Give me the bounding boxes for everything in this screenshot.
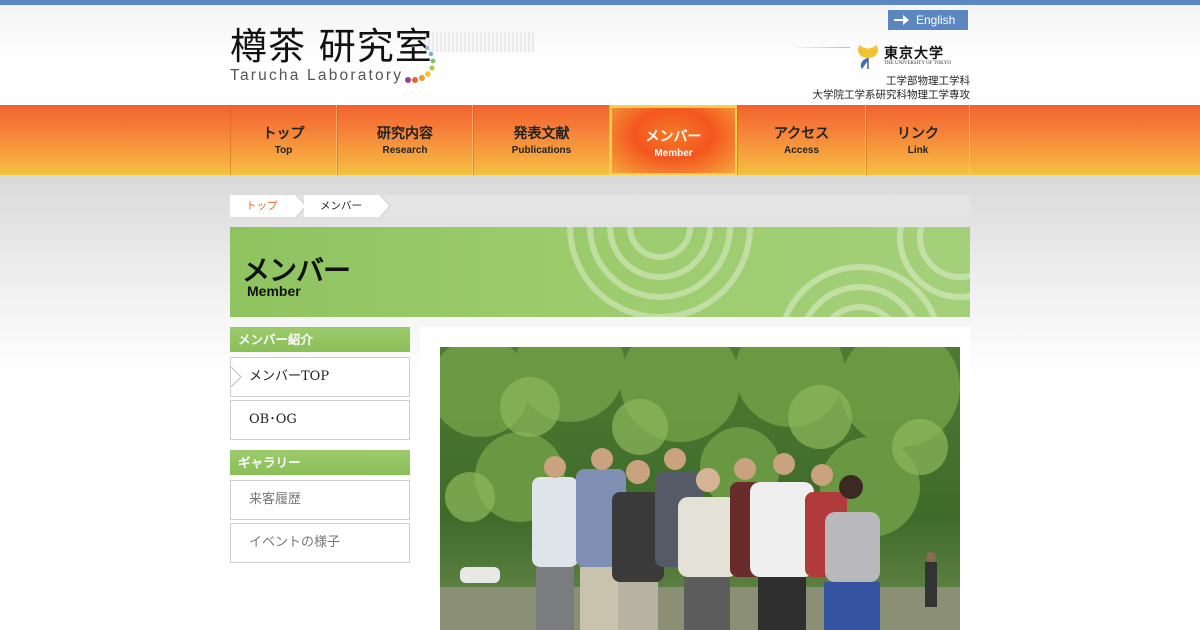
sidebar-item-member-top[interactable]: メンバーTOP (230, 357, 410, 397)
logo-title-en: Tarucha Laboratory (230, 67, 404, 84)
ripple-decoration (567, 227, 970, 317)
nav-item-top[interactable]: トップ Top (230, 105, 337, 175)
logo-dots-icon (405, 46, 436, 83)
sidebar-item-label: イベントの様子 (249, 535, 341, 550)
chevron-right-icon (231, 367, 242, 387)
sidebar-item-visitors[interactable]: 来客履歴 (230, 480, 410, 520)
nav-item-member[interactable]: メンバー Member (610, 105, 737, 175)
sidebar-item-ob-og[interactable]: OB･OG (230, 400, 410, 440)
divider-line (790, 47, 850, 48)
nav-label-en: Link (907, 145, 929, 156)
nav-item-access[interactable]: アクセス Access (737, 105, 866, 175)
breadcrumb-top-link[interactable]: トップ (230, 195, 296, 217)
sidebar-item-label: 来客履歴 (249, 492, 302, 507)
page-subtitle: Member (247, 283, 301, 299)
nav-label-jp: リンク (897, 126, 939, 142)
main-nav: トップ Top 研究内容 Research 発表文献 Publications … (0, 105, 1200, 175)
english-button[interactable]: English (888, 10, 968, 30)
group-photo (440, 347, 960, 630)
department-line-2: 大学院工学系研究科物理工学専攻 (812, 89, 971, 101)
nav-label-jp: 研究内容 (377, 126, 433, 142)
sidebar-heading-members: メンバー紹介 (230, 327, 410, 352)
sidebar-item-label: メンバーTOP (249, 369, 330, 384)
lab-logo[interactable]: 樽茶 研究室 Tarucha Laboratory (230, 27, 540, 97)
ginkgo-icon (858, 45, 878, 69)
university-name: 東京大学 (884, 46, 944, 62)
nav-item-publications[interactable]: 発表文献 Publications (473, 105, 610, 175)
nav-label-jp: トップ (262, 126, 305, 142)
nav-label-jp: アクセス (773, 126, 830, 142)
arrow-right-icon (894, 15, 909, 25)
breadcrumb-current: メンバー (304, 195, 380, 217)
nav-label-en: Research (382, 145, 428, 156)
site-header: 樽茶 研究室 Tarucha Laboratory English 東京大学 T… (0, 5, 1200, 105)
group-photo-image (440, 347, 960, 630)
nav-label-en: Publications (511, 145, 572, 156)
nav-label-en: Member (654, 148, 693, 159)
university-logo[interactable]: 東京大学 THE UNIVERSITY OF TOKYO 工学部物理工学科 大学… (790, 43, 970, 103)
university-sub: THE UNIVERSITY OF TOKYO (884, 61, 951, 66)
page-title-banner: メンバー Member (230, 227, 970, 317)
sidebar-item-label: OB･OG (249, 412, 297, 427)
department-line-1: 工学部物理工学科 (886, 75, 970, 87)
nav-label-en: Access (783, 145, 820, 156)
sidebar-item-events[interactable]: イベントの様子 (230, 523, 410, 563)
nav-item-research[interactable]: 研究内容 Research (337, 105, 473, 175)
english-button-label: English (916, 13, 956, 27)
sidebar-heading-gallery: ギャラリー (230, 450, 410, 475)
nav-label-jp: メンバー (645, 129, 702, 145)
breadcrumb: トップ メンバー (230, 195, 970, 217)
nav-item-link[interactable]: リンク Link (866, 105, 970, 175)
nav-label-jp: 発表文献 (513, 126, 570, 142)
nav-label-en: Top (274, 145, 293, 156)
chevron-right-icon (380, 195, 391, 217)
